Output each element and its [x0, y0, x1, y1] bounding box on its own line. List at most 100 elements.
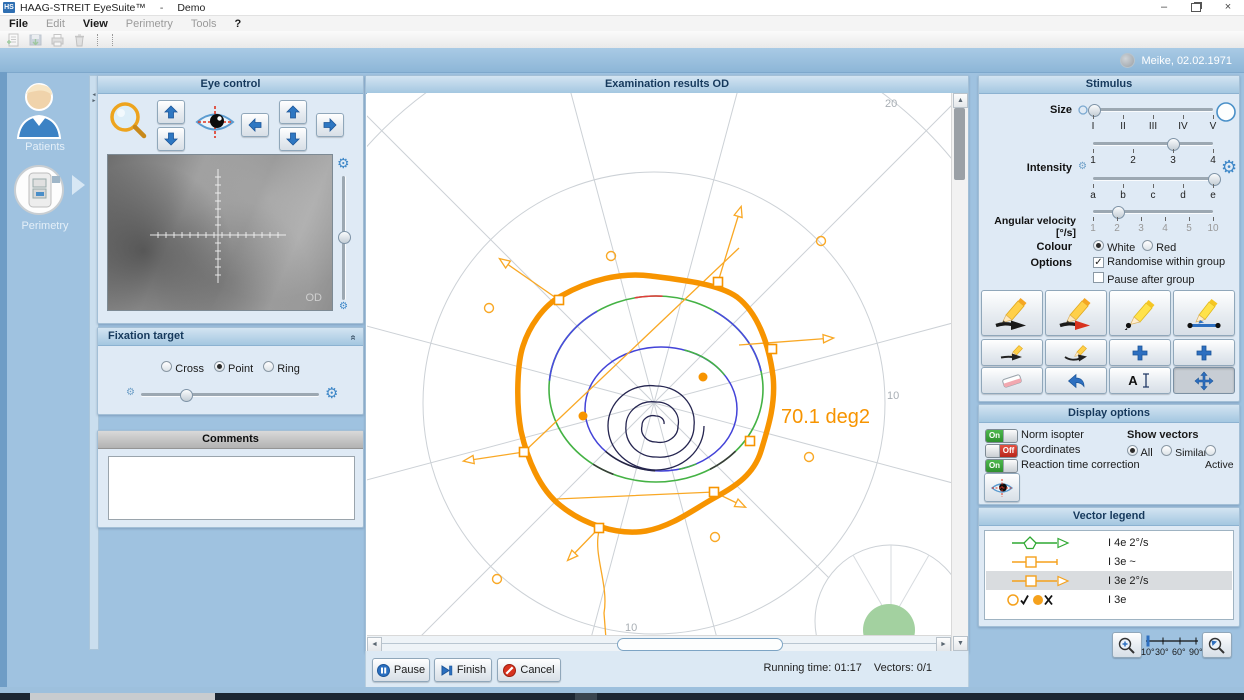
eye-up-button[interactable] — [157, 100, 185, 124]
colour-red-radio[interactable]: Red — [1142, 240, 1176, 254]
spiral-trace — [608, 386, 704, 470]
intensity-tick-label: 1 — [1090, 155, 1096, 166]
save-icon — [28, 33, 43, 47]
comments-header: Comments — [98, 431, 363, 449]
target-down-button[interactable] — [279, 127, 307, 151]
legend-row[interactable]: I 3e — [986, 590, 1232, 609]
camera-slider-thumb[interactable] — [338, 231, 351, 244]
vertical-scrollbar[interactable]: ▲ ▼ — [951, 93, 968, 651]
size-tick-label: II — [1120, 121, 1126, 132]
add-vector-button[interactable] — [1173, 339, 1235, 366]
finish-button[interactable]: Finish — [434, 658, 492, 682]
radio-selected-icon — [1127, 445, 1138, 456]
eye-tracking-icon[interactable] — [193, 104, 237, 140]
fixation-slider-track[interactable] — [141, 393, 319, 396]
add-point-button[interactable] — [1109, 339, 1171, 366]
patients-nav-label[interactable]: Patients — [0, 141, 90, 153]
vscroll-thumb[interactable] — [954, 108, 965, 180]
fixation-point-radio[interactable]: Point — [214, 361, 253, 375]
vectors-active-radio[interactable]: Active — [1205, 445, 1239, 471]
draw-point-button[interactable] — [1109, 290, 1171, 336]
patient-bar: Meike, 02.02.1971 — [0, 48, 1244, 73]
taskbar-item[interactable] — [575, 693, 597, 700]
scroll-right-button[interactable]: ► — [936, 637, 951, 652]
norm-isopter-toggle[interactable]: On — [985, 429, 1018, 443]
zoom-in-button[interactable] — [1112, 632, 1142, 658]
perimetry-nav-label[interactable]: Perimetry — [0, 220, 90, 232]
gear-icon[interactable]: ⚙ — [337, 156, 350, 170]
legend-row[interactable]: I 3e ~ — [986, 552, 1232, 571]
zoom-scale-icon[interactable] — [1144, 635, 1200, 647]
comments-panel: Comments — [97, 430, 364, 528]
horizontal-scrollbar[interactable]: ◄ ► — [367, 635, 951, 652]
gear-small-icon[interactable]: ⚙ — [339, 302, 348, 312]
fixation-slider-thumb[interactable] — [180, 389, 193, 402]
menu-file[interactable]: File — [9, 18, 28, 30]
taskbar-item[interactable] — [30, 693, 215, 700]
eye-display-button[interactable] — [984, 473, 1020, 502]
gear-icon[interactable]: ⚙ — [325, 386, 338, 401]
text-tool-button[interactable]: A — [1109, 367, 1171, 394]
intensity-slider-track[interactable] — [1093, 142, 1213, 145]
angular-tick-label: 5 — [1186, 223, 1192, 234]
target-up-button[interactable] — [279, 100, 307, 124]
legend-row[interactable]: I 4e 2°/s — [986, 533, 1232, 552]
eye-control-header: Eye control — [98, 76, 363, 94]
erase-button[interactable] — [981, 367, 1043, 394]
eye-right-button[interactable] — [316, 113, 344, 137]
draw-isopter-button[interactable] — [981, 290, 1043, 336]
intensity-fine-slider-thumb[interactable] — [1208, 173, 1221, 186]
legend-row-selected[interactable]: I 3e 2°/s — [986, 571, 1232, 590]
cancel-button[interactable]: Cancel — [497, 658, 561, 682]
edit-curve-button[interactable] — [1045, 339, 1107, 366]
eye-left-button[interactable] — [241, 113, 269, 137]
restore-icon — [1191, 3, 1201, 12]
patients-nav-icon[interactable] — [12, 80, 66, 147]
scroll-down-button[interactable]: ▼ — [953, 636, 968, 651]
angular-slider-thumb[interactable] — [1112, 206, 1125, 219]
vectors-similar-radio[interactable]: Similar — [1161, 445, 1207, 459]
gear-small-icon[interactable]: ⚙ — [1078, 162, 1087, 172]
hscroll-thumb[interactable] — [617, 638, 783, 651]
comments-input[interactable] — [108, 456, 355, 520]
sidebar-expand-icon[interactable] — [72, 175, 85, 195]
colour-white-radio[interactable]: White — [1093, 240, 1135, 254]
angular-tick-label: 10 — [1207, 223, 1218, 234]
pause-button[interactable]: Pause — [372, 658, 430, 682]
menu-help[interactable]: ? — [235, 18, 242, 30]
zoom-out-button[interactable] — [1202, 632, 1232, 658]
magnifier-icon[interactable] — [105, 97, 153, 145]
gear-small-icon[interactable]: ⚙ — [126, 388, 135, 398]
undo-button[interactable] — [1045, 367, 1107, 394]
vectors-all-radio[interactable]: All — [1127, 445, 1153, 459]
scroll-up-button[interactable]: ▲ — [953, 93, 968, 108]
reaction-time-toggle[interactable]: On — [985, 459, 1018, 473]
fixation-ring-radio[interactable]: Ring — [263, 361, 300, 375]
toggle-knob — [1003, 430, 1017, 442]
minimize-button[interactable]: – — [1148, 0, 1180, 15]
menu-view[interactable]: View — [83, 18, 108, 30]
scroll-left-button[interactable]: ◄ — [367, 637, 382, 652]
coordinates-toggle[interactable]: Off — [985, 444, 1018, 458]
pause-after-group-checkbox[interactable]: Pause after group — [1093, 272, 1195, 286]
edit-vector-button[interactable] — [981, 339, 1043, 366]
restore-button[interactable] — [1180, 0, 1212, 15]
tick — [1189, 217, 1190, 221]
angular-slider-track[interactable] — [1093, 210, 1213, 213]
eye-down-button[interactable] — [157, 127, 185, 151]
draw-vector-button[interactable] — [1045, 290, 1107, 336]
fixation-cross-radio[interactable]: Cross — [161, 361, 204, 375]
draw-segment-button[interactable] — [1173, 290, 1235, 336]
move-tool-button[interactable] — [1173, 367, 1235, 394]
size-slider-track[interactable] — [1093, 108, 1213, 111]
size-slider-thumb[interactable] — [1088, 104, 1101, 117]
perimetry-chart[interactable]: 20 10 10 70.1 deg2 — [367, 93, 951, 635]
active-isopter[interactable] — [518, 275, 774, 532]
intensity-fine-slider-track[interactable] — [1093, 177, 1213, 180]
randomise-checkbox[interactable]: ✓ Randomise within group — [1093, 256, 1225, 268]
gear-icon[interactable]: ⚙ — [1221, 158, 1237, 176]
perimetry-nav-icon[interactable] — [13, 162, 67, 223]
close-button[interactable]: × — [1212, 0, 1244, 15]
options-label: Options — [979, 257, 1072, 269]
collapse-icon[interactable]: « — [345, 335, 362, 341]
